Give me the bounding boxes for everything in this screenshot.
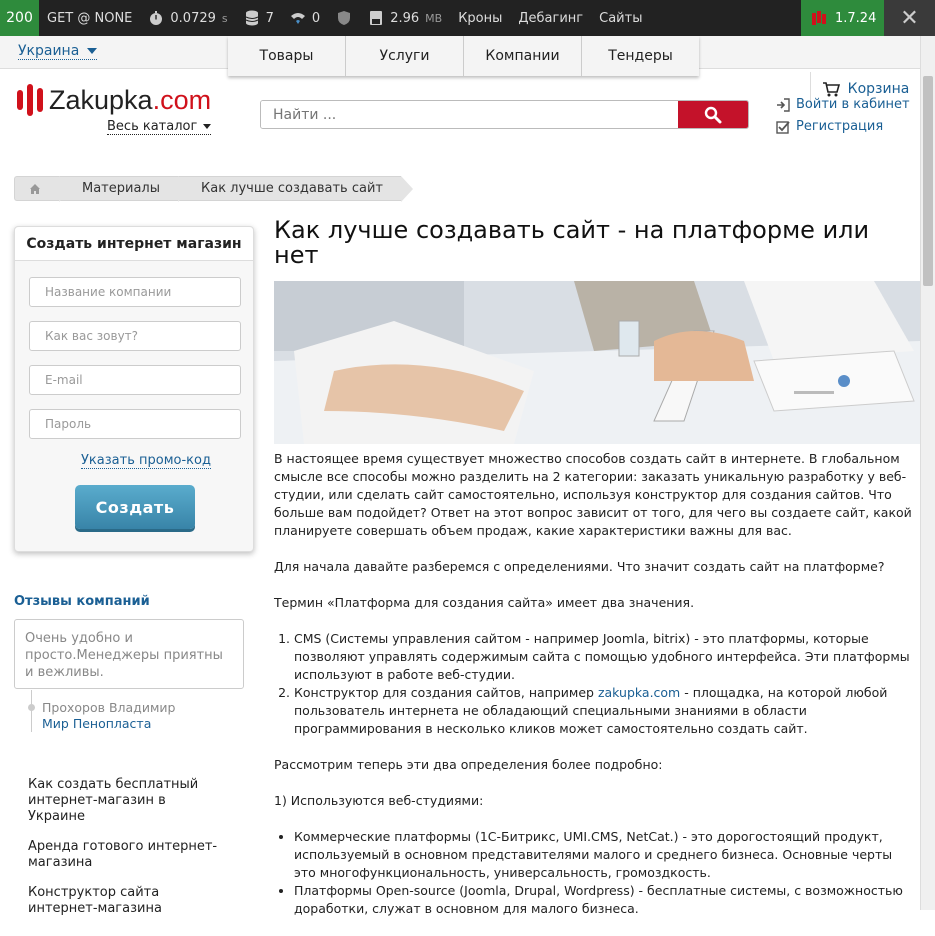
review-company-link[interactable]: Мир Пенопласта xyxy=(42,716,175,732)
catalog-dropdown[interactable]: Весь каталог xyxy=(107,119,212,135)
form-title: Создать интернет магазин xyxy=(15,227,253,261)
definitions-list: CMS (Системы управления сайтом - наприме… xyxy=(294,630,914,738)
timeline-dot xyxy=(28,704,35,711)
network-item[interactable]: 0 xyxy=(282,0,328,36)
login-icon xyxy=(777,98,790,112)
logo-bars-icon xyxy=(17,84,43,116)
menu-debugging[interactable]: Дебагинг xyxy=(510,0,591,36)
review-author: Прохоров Владимир Мир Пенопласта xyxy=(42,700,176,732)
tab-tenders[interactable]: Тендеры xyxy=(582,36,699,76)
promo-code-link[interactable]: Указать промо-код xyxy=(81,453,211,469)
platforms-list: Коммерческие платформы (1С-Битрикс, UMI.… xyxy=(294,828,914,918)
wifi-icon xyxy=(290,13,305,24)
side-link-constructor[interactable]: Конструктор сайта интернет-магазина xyxy=(28,885,218,917)
site-logo[interactable]: Zakupka.com xyxy=(17,84,211,116)
yii-logo-icon xyxy=(812,11,826,25)
side-links: Как создать бесплатный интернет-магазин … xyxy=(28,777,218,931)
email-field[interactable]: E-mail xyxy=(29,365,241,395)
scrollbar[interactable] xyxy=(920,36,935,910)
stopwatch-icon xyxy=(150,11,163,25)
review-text: Очень удобно и просто.Менеджеры приятны … xyxy=(14,619,244,689)
country-select[interactable]: Украина xyxy=(18,43,98,60)
main-tabs: Товары Услуги Компании Тендеры xyxy=(228,36,699,76)
paragraph: Рассмотрим теперь эти два определения бо… xyxy=(274,757,663,772)
article-header: Как лучше создавать сайт - на платформе … xyxy=(274,218,920,268)
chevron-down-icon xyxy=(87,48,98,54)
page-title: Как лучше создавать сайт - на платформе … xyxy=(274,216,870,269)
name-field[interactable]: Как вас зовут? xyxy=(29,321,241,351)
memory-icon xyxy=(370,11,383,25)
breadcrumb-materials[interactable]: Материалы xyxy=(59,176,190,202)
checkbox-icon xyxy=(776,121,790,134)
reviews-title: Отзывы компаний xyxy=(14,594,150,609)
article-image xyxy=(274,281,920,444)
breadcrumb-home[interactable] xyxy=(14,176,71,202)
tab-companies[interactable]: Компании xyxy=(464,36,582,76)
meeting-photo xyxy=(274,281,920,444)
tab-products[interactable]: Товары xyxy=(228,36,346,76)
list-item: CMS (Системы управления сайтом - наприме… xyxy=(294,630,914,684)
password-field[interactable]: Пароль xyxy=(29,409,241,439)
login-link[interactable]: Войти в кабинет xyxy=(776,94,910,116)
article-body: В настоящее время существует множество с… xyxy=(274,450,914,936)
create-shop-form: Создать интернет магазин Название компан… xyxy=(14,226,254,552)
timeline-line xyxy=(31,690,32,732)
debug-toolbar: 200 GET @ NONE 0.0729 s 7 0 2.96 MB Кроны … xyxy=(0,0,935,36)
paragraph: Термин «Платформа для создания сайта» им… xyxy=(274,595,695,610)
menu-crons[interactable]: Кроны xyxy=(450,0,510,36)
status-code[interactable]: 200 xyxy=(0,0,39,36)
menu-sites[interactable]: Сайты xyxy=(591,0,650,36)
search-icon xyxy=(704,106,722,123)
close-debug-button[interactable]: ✕ xyxy=(884,0,935,36)
auth-links: Войти в кабинет Регистрация xyxy=(776,94,910,138)
paragraph: 1) Используются веб-студиями: xyxy=(274,793,484,808)
version-badge[interactable]: 1.7.24 xyxy=(801,0,884,36)
breadcrumb-current: Как лучше создавать сайт xyxy=(178,176,413,202)
list-item: Конструктор для создания сайтов, наприме… xyxy=(294,684,914,738)
breadcrumb: Материалы Как лучше создавать сайт xyxy=(14,176,413,202)
db-item[interactable]: 7 xyxy=(236,0,282,36)
list-item: Коммерческие платформы (1С-Битрикс, UMI.… xyxy=(294,828,914,882)
list-item: Платформы Open-source (Joomla, Drupal, W… xyxy=(294,882,914,918)
tab-services[interactable]: Услуги xyxy=(346,36,464,76)
company-name-field[interactable]: Название компании xyxy=(29,277,241,307)
search-button[interactable] xyxy=(678,101,748,128)
register-link[interactable]: Регистрация xyxy=(776,116,910,138)
paragraph: В настоящее время существует множество с… xyxy=(274,451,912,538)
time-item[interactable]: 0.0729 s xyxy=(140,0,235,36)
shield-icon xyxy=(338,11,351,25)
create-button[interactable]: Создать xyxy=(75,485,195,529)
side-link-free-shop[interactable]: Как создать бесплатный интернет-магазин … xyxy=(28,777,218,825)
search-input[interactable] xyxy=(261,101,678,128)
paragraph: Для начала давайте разберемся с определе… xyxy=(274,559,885,574)
request-method[interactable]: GET @ NONE xyxy=(39,0,140,36)
zakupka-link[interactable]: zakupka.com xyxy=(598,685,680,700)
scrollbar-thumb[interactable] xyxy=(923,76,933,286)
shield-item[interactable] xyxy=(328,0,360,36)
search-bar xyxy=(260,100,749,129)
chevron-down-icon xyxy=(203,124,212,129)
memory-item[interactable]: 2.96 MB xyxy=(360,0,450,36)
database-icon xyxy=(245,10,258,26)
home-icon xyxy=(30,183,40,194)
side-link-rent-shop[interactable]: Аренда готового интернет-магазина xyxy=(28,839,218,871)
